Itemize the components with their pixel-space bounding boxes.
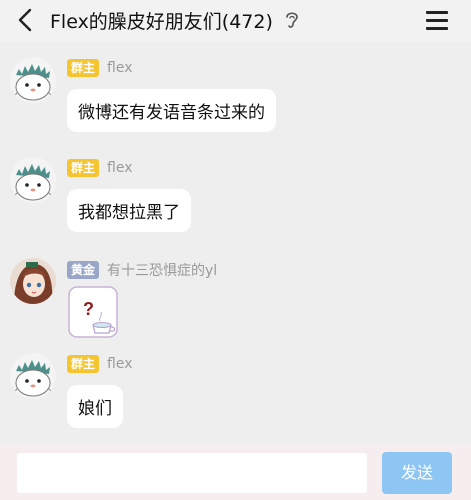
svg-text:?: ? xyxy=(83,299,94,319)
sender-name[interactable]: flex xyxy=(107,60,132,76)
chat-title: Flex的臊皮好朋友们(472) xyxy=(50,11,273,33)
anime-girl-avatar-icon xyxy=(10,258,56,304)
message-meta: 群主 flex xyxy=(67,159,133,177)
avatar[interactable] xyxy=(10,258,56,304)
sender-name[interactable]: flex xyxy=(107,356,132,372)
menu-icon[interactable] xyxy=(426,10,448,30)
message-input[interactable] xyxy=(17,453,367,493)
message-meta: 群主 flex xyxy=(67,59,133,77)
input-bar: 发送 xyxy=(0,444,471,500)
message-bubble[interactable]: 娘们 xyxy=(67,385,123,428)
send-button[interactable]: 发送 xyxy=(382,452,452,494)
sender-name[interactable]: flex xyxy=(107,160,132,176)
avatar[interactable] xyxy=(10,57,56,103)
role-badge: 群主 xyxy=(67,355,100,373)
avatar[interactable] xyxy=(10,353,56,399)
role-badge: 群主 xyxy=(67,59,100,77)
message-meta: 群主 flex xyxy=(67,355,133,373)
fluffy-character-avatar-icon xyxy=(10,57,56,103)
message-bubble[interactable]: 我都想拉黑了 xyxy=(67,189,191,232)
sender-name[interactable]: 有十三恐惧症的yl xyxy=(107,260,217,280)
role-badge: 群主 xyxy=(67,159,100,177)
message-bubble[interactable]: 微博还有发语音条过来的 xyxy=(67,89,276,132)
fluffy-character-avatar-icon xyxy=(10,353,56,399)
role-badge: 黄金 xyxy=(67,261,100,279)
message-meta: 黄金 有十三恐惧症的yl xyxy=(67,260,217,280)
ear-icon[interactable] xyxy=(284,10,300,30)
avatar[interactable] xyxy=(10,157,56,203)
chat-header: Flex的臊皮好朋友们(472) xyxy=(0,0,471,42)
back-icon[interactable] xyxy=(14,8,38,32)
fluffy-character-avatar-icon xyxy=(10,157,56,203)
question-mark-sticker-icon[interactable]: ? xyxy=(67,285,119,339)
